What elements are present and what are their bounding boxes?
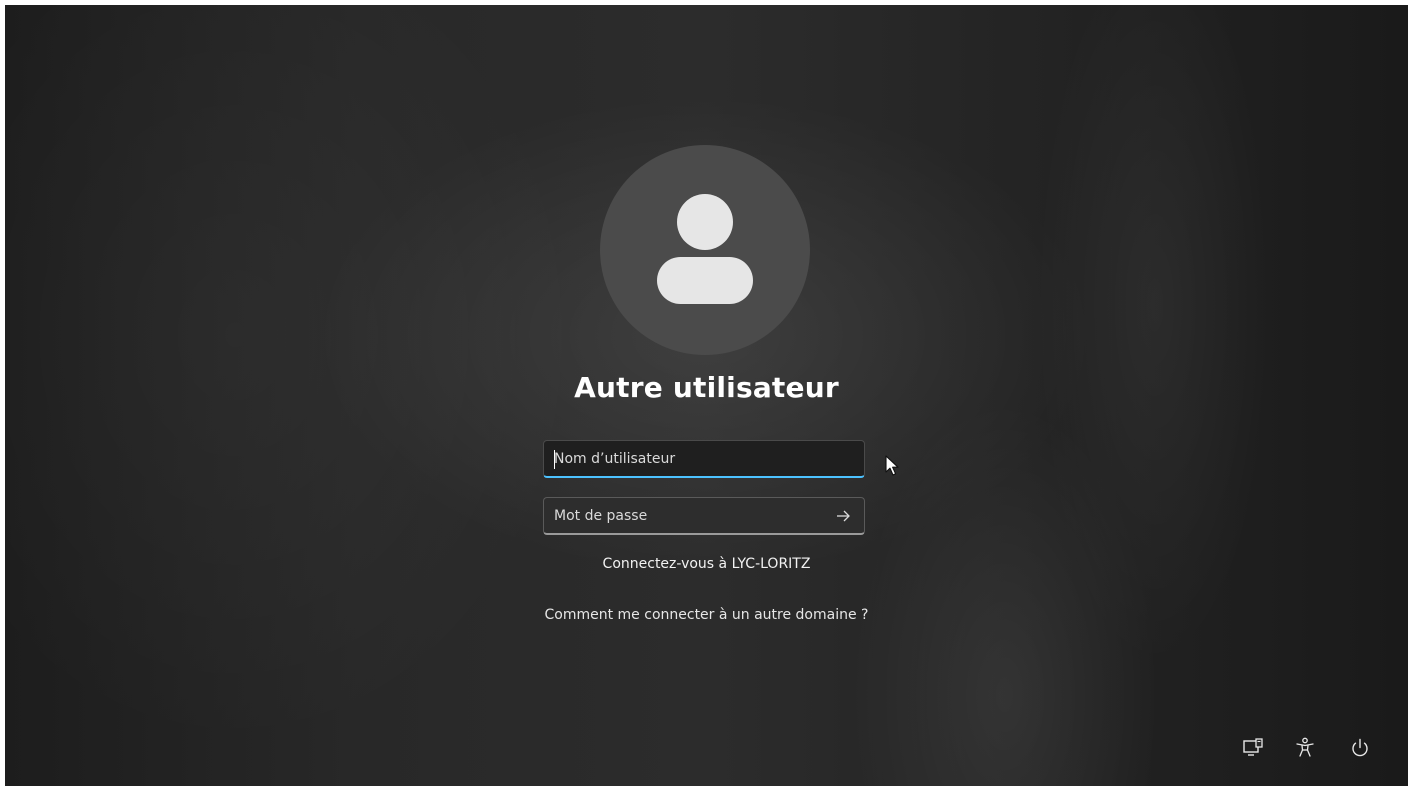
other-domain-link[interactable]: Comment me connecter à un autre domaine …	[5, 607, 1408, 623]
lock-screen: Autre utilisateur Connectez-vous à LYC-L…	[5, 5, 1408, 786]
network-button[interactable]	[1240, 735, 1266, 761]
username-field[interactable]	[543, 440, 865, 478]
mouse-pointer-icon	[885, 455, 901, 481]
user-icon	[657, 194, 753, 304]
account-title: Autre utilisateur	[574, 371, 839, 404]
arrow-right-icon	[837, 510, 850, 522]
username-input[interactable]	[544, 441, 864, 476]
power-icon	[1352, 738, 1368, 757]
password-field[interactable]	[543, 497, 865, 535]
avatar	[600, 145, 810, 355]
accessibility-icon	[1296, 737, 1314, 757]
password-input[interactable]	[544, 498, 864, 533]
accessibility-button[interactable]	[1292, 735, 1318, 761]
text-caret	[554, 450, 555, 469]
network-icon	[1243, 738, 1263, 756]
power-button[interactable]	[1347, 735, 1373, 761]
submit-button[interactable]	[830, 503, 856, 529]
signin-domain-text: Connectez-vous à LYC-LORITZ	[602, 556, 811, 572]
